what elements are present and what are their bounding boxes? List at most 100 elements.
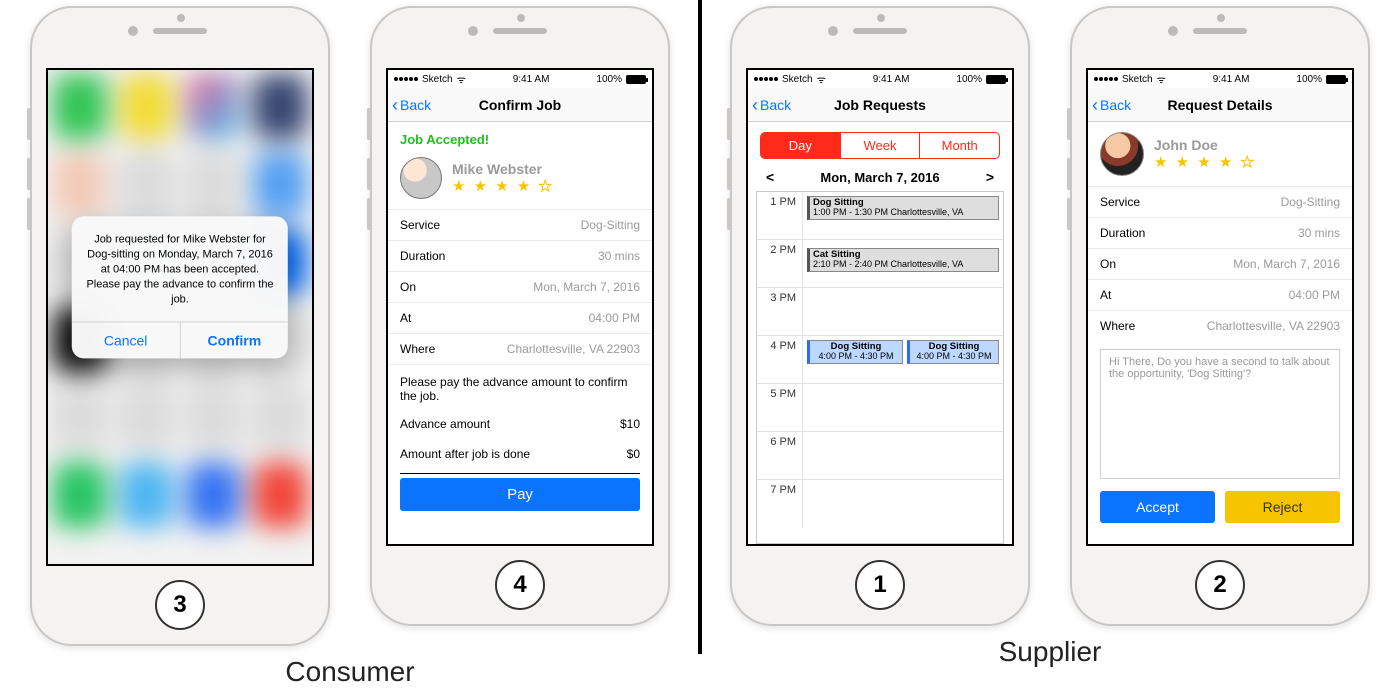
seg-month[interactable]: Month	[920, 133, 999, 158]
value: Charlottesville, VA 22903	[507, 342, 640, 356]
label: Duration	[1100, 226, 1145, 240]
alert-cancel-button[interactable]: Cancel	[72, 322, 181, 358]
clock-label: 9:41 AM	[1213, 74, 1250, 85]
step-number: 4	[513, 571, 526, 599]
camera-dot	[828, 26, 838, 36]
hour-label: 3 PM	[757, 288, 803, 335]
rating-stars: ★ ★ ★ ★ ★	[1154, 153, 1256, 171]
speaker-slot	[153, 28, 207, 34]
instruction-text: Please pay the advance amount to confirm…	[388, 364, 652, 409]
segmented-control: Day Week Month	[760, 132, 1000, 159]
value: Dog-Sitting	[1281, 195, 1340, 209]
value: Mon, March 7, 2016	[533, 280, 640, 294]
date-nav: < Mon, March 7, 2016 >	[748, 167, 1012, 191]
row-on: OnMon, March 7, 2016	[388, 271, 652, 302]
alert-confirm-button[interactable]: Confirm	[181, 322, 289, 358]
value: Dog-Sitting	[581, 218, 640, 232]
battery-label: 100%	[956, 74, 982, 85]
row-duration: Duration30 mins	[388, 240, 652, 271]
row-on: OnMon, March 7, 2016	[1088, 248, 1352, 279]
requester-name: John Doe	[1154, 137, 1256, 153]
pay-button[interactable]: Pay	[400, 478, 640, 511]
hour-label: 1 PM	[757, 192, 803, 239]
back-label: Back	[400, 97, 431, 113]
value: $10	[620, 417, 640, 431]
step-number: 1	[873, 571, 886, 599]
value: 30 mins	[1298, 226, 1340, 240]
divider	[400, 473, 640, 474]
home-button[interactable]: 2	[1195, 560, 1245, 610]
battery-label: 100%	[1296, 74, 1322, 85]
home-button[interactable]: 3	[155, 580, 205, 630]
clock-label: 9:41 AM	[513, 74, 550, 85]
avatar	[400, 157, 442, 199]
label: Duration	[400, 249, 445, 263]
section-label-supplier: Supplier	[999, 636, 1102, 668]
event-dog-sitting-1pm[interactable]: Dog Sitting1:00 PM - 1:30 PM Charlottesv…	[807, 196, 999, 220]
value: Mon, March 7, 2016	[1233, 257, 1340, 271]
back-button[interactable]: ‹ Back	[1088, 96, 1131, 114]
seg-day[interactable]: Day	[761, 133, 841, 158]
status-bar: Sketch ᯤ 9:41 AM 100%	[748, 70, 1012, 88]
battery-icon	[626, 75, 646, 84]
home-button[interactable]: 4	[495, 560, 545, 610]
hour-label: 6 PM	[757, 432, 803, 479]
wifi-icon: ᯤ	[817, 72, 826, 86]
next-day-button[interactable]: >	[986, 169, 994, 185]
date-label: Mon, March 7, 2016	[820, 170, 939, 185]
nav-title: Confirm Job	[479, 97, 561, 113]
chevron-left-icon: ‹	[1092, 96, 1098, 114]
event-dog-sitting-4pm-b[interactable]: Dog Sitting4:00 PM - 4:30 PM	[907, 340, 999, 364]
row-at: At04:00 PM	[1088, 279, 1352, 310]
nav-title: Job Requests	[834, 97, 926, 113]
row-where: Where Charlottesville, VA 22903	[388, 333, 652, 364]
back-label: Back	[1100, 97, 1131, 113]
accept-button[interactable]: Accept	[1100, 491, 1215, 523]
row-service: ServiceDog-Sitting	[1088, 186, 1352, 217]
camera-dot	[468, 26, 478, 36]
row-service: ServiceDog-Sitting	[388, 209, 652, 240]
nav-bar: ‹ Back Request Details	[1088, 88, 1352, 122]
phone-supplier-calendar: Sketch ᯤ 9:41 AM 100% ‹ Back	[730, 6, 1030, 626]
back-label: Back	[760, 97, 791, 113]
signal-dots-icon	[394, 77, 418, 81]
seg-week[interactable]: Week	[841, 133, 921, 158]
row-duration: Duration 30 mins	[1088, 217, 1352, 248]
avatar	[1100, 132, 1144, 176]
back-button[interactable]: ‹ Back	[748, 96, 791, 114]
back-button[interactable]: ‹ Back	[388, 96, 431, 114]
value: Charlottesville, VA 22903	[1207, 319, 1340, 333]
event-cat-sitting-2pm[interactable]: Cat Sitting2:10 PM - 2:40 PM Charlottesv…	[807, 248, 999, 272]
label: Advance amount	[400, 417, 490, 431]
step-number: 3	[173, 591, 186, 619]
nav-bar: ‹ Back Job Requests	[748, 88, 1012, 122]
battery-icon	[1326, 75, 1346, 84]
job-accepted-label: Job Accepted!	[388, 122, 652, 153]
row-at: At04:00 PM	[388, 302, 652, 333]
battery-icon	[986, 75, 1006, 84]
label: At	[400, 311, 411, 325]
nav-title: Request Details	[1167, 97, 1272, 113]
speaker-slot	[853, 28, 907, 34]
event-dog-sitting-4pm-a[interactable]: Dog Sitting4:00 PM - 4:30 PM	[807, 340, 903, 364]
carrier-label: Sketch	[422, 74, 453, 85]
battery-label: 100%	[596, 74, 622, 85]
camera-dot	[1168, 26, 1178, 36]
phone-consumer-confirm: Sketch ᯤ 9:41 AM 100% ‹ Back	[370, 6, 670, 626]
message-box[interactable]: Hi There, Do you have a second to talk a…	[1100, 349, 1340, 479]
hour-label: 4 PM	[757, 336, 803, 383]
hour-label: 7 PM	[757, 480, 803, 528]
label: Where	[1100, 319, 1135, 333]
hour-label: 5 PM	[757, 384, 803, 431]
reject-button[interactable]: Reject	[1225, 491, 1340, 523]
section-divider	[698, 0, 702, 654]
label: Where	[400, 342, 435, 356]
phone-consumer-alert: Job requested for Mike Webster for Dog-s…	[30, 6, 330, 646]
nav-bar: ‹ Back Confirm Job	[388, 88, 652, 122]
home-button[interactable]: 1	[855, 560, 905, 610]
sensor-dot	[177, 14, 185, 22]
status-bar: Sketch ᯤ 9:41 AM 100%	[388, 70, 652, 88]
carrier-label: Sketch	[1122, 74, 1153, 85]
status-bar: Sketch ᯤ 9:41 AM 100%	[1088, 70, 1352, 88]
prev-day-button[interactable]: <	[766, 169, 774, 185]
